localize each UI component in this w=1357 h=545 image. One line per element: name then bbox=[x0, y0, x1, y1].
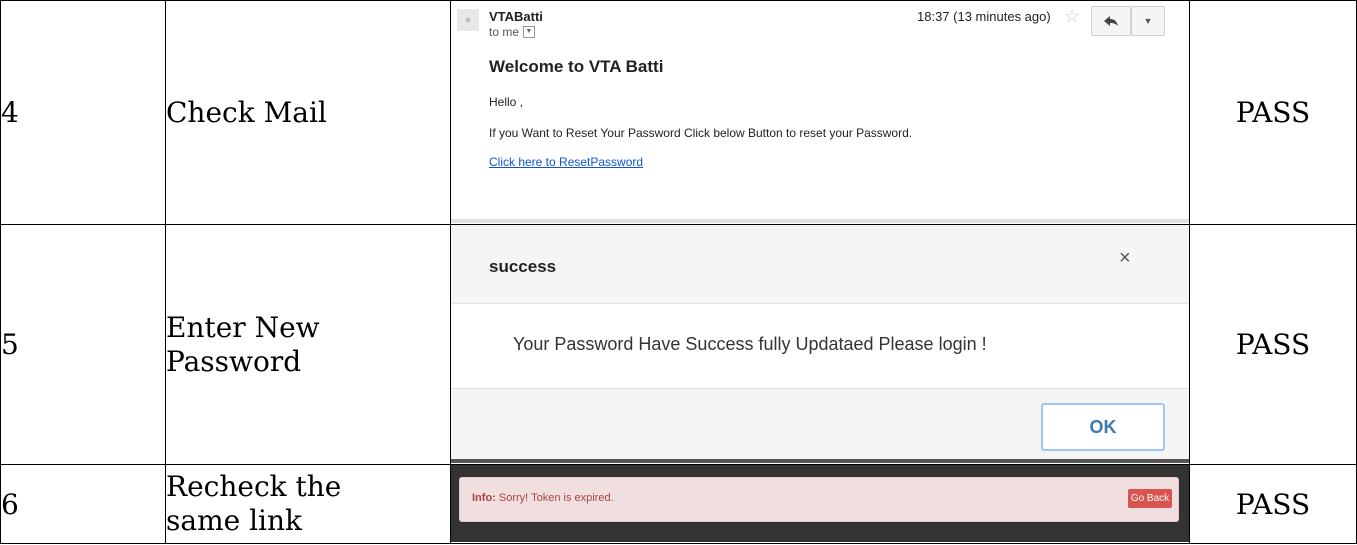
modal-footer: OK bbox=[451, 389, 1189, 463]
alert-label: Info: bbox=[472, 492, 496, 504]
step-description: Recheck the same link bbox=[165, 464, 451, 544]
screenshot-cell: success × Your Password Have Success ful… bbox=[450, 224, 1190, 465]
more-options-button[interactable]: ▼ bbox=[1131, 6, 1165, 36]
star-icon[interactable]: ☆ bbox=[1064, 6, 1080, 27]
modal-header: success × bbox=[451, 225, 1189, 304]
result-cell: PASS bbox=[1189, 464, 1357, 544]
step-line: Recheck the bbox=[166, 470, 342, 503]
reply-icon bbox=[1104, 16, 1118, 26]
divider bbox=[451, 459, 1189, 463]
success-modal: success × Your Password Have Success ful… bbox=[451, 225, 1189, 463]
ok-button[interactable]: OK bbox=[1041, 403, 1165, 451]
step-number: 6 bbox=[0, 464, 166, 544]
screenshot-cell: Info: Sorry! Token is expired. Go Back bbox=[450, 464, 1190, 544]
step-description: Check Mail bbox=[165, 0, 451, 225]
modal-title: success bbox=[489, 257, 557, 276]
step-description: Enter New Password bbox=[165, 224, 451, 465]
step-number: 5 bbox=[0, 224, 166, 465]
alert-text: Info: Sorry! Token is expired. bbox=[472, 492, 614, 504]
info-alert: Info: Sorry! Token is expired. Go Back bbox=[459, 477, 1179, 522]
step-line: same link bbox=[166, 504, 302, 537]
divider bbox=[451, 219, 1189, 223]
modal-message: Your Password Have Success fully Updatae… bbox=[513, 334, 987, 354]
chevron-down-icon: ▼ bbox=[1143, 16, 1153, 26]
result-cell: PASS bbox=[1189, 0, 1357, 225]
screenshot-cell: ● VTABatti to me ▼ 18:37 (13 minutes ago… bbox=[450, 0, 1190, 225]
table-row: 6 Recheck the same link Info: Sorry! Tok… bbox=[0, 464, 1357, 544]
alert-message: Sorry! Token is expired. bbox=[498, 492, 614, 504]
email-screenshot: ● VTABatti to me ▼ 18:37 (13 minutes ago… bbox=[451, 1, 1189, 223]
test-case-table: 4 Check Mail ● VTABatti to me ▼ 18:37 (1… bbox=[0, 0, 1357, 544]
chevron-down-icon[interactable]: ▼ bbox=[523, 26, 536, 38]
avatar: ● bbox=[457, 9, 479, 31]
close-icon[interactable]: × bbox=[1119, 247, 1131, 270]
recipient-label: to me bbox=[489, 25, 520, 39]
email-recipient[interactable]: to me ▼ bbox=[489, 25, 536, 39]
table-row: 5 Enter New Password success × Your Pass… bbox=[0, 224, 1357, 465]
email-timestamp: 18:37 (13 minutes ago) bbox=[917, 9, 1051, 24]
email-greeting: Hello , bbox=[489, 95, 524, 109]
email-body: If you Want to Reset Your Password Click… bbox=[489, 126, 913, 140]
info-screenshot: Info: Sorry! Token is expired. Go Back bbox=[451, 465, 1189, 542]
modal-body: Your Password Have Success fully Updatae… bbox=[451, 304, 1189, 389]
step-line: Password bbox=[166, 344, 302, 378]
email-sender: VTABatti bbox=[489, 9, 543, 24]
step-number: 4 bbox=[0, 0, 166, 225]
result-cell: PASS bbox=[1189, 224, 1357, 465]
reply-button[interactable] bbox=[1091, 6, 1131, 36]
go-back-button[interactable]: Go Back bbox=[1128, 489, 1172, 508]
table-row: 4 Check Mail ● VTABatti to me ▼ 18:37 (1… bbox=[0, 0, 1357, 225]
reset-password-link[interactable]: Click here to ResetPassword bbox=[489, 155, 643, 169]
person-icon: ● bbox=[464, 14, 472, 26]
email-heading: Welcome to VTA Batti bbox=[489, 57, 664, 76]
step-line: Enter New bbox=[166, 310, 320, 344]
